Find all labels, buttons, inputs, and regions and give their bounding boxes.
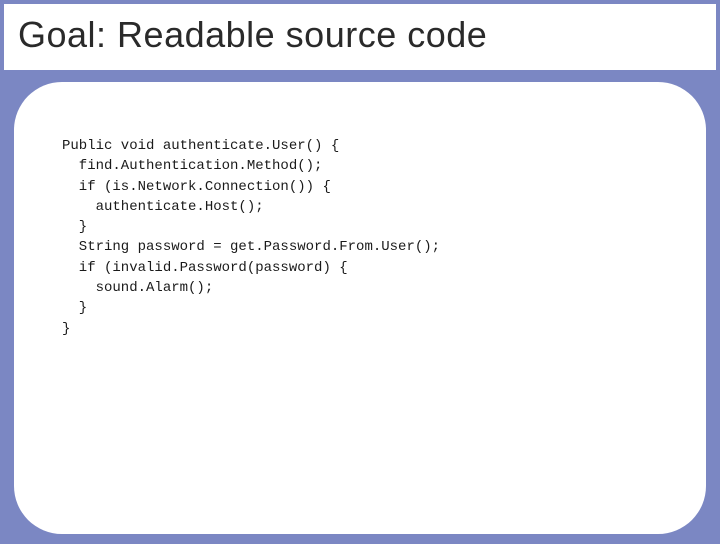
code-block: Public void authenticate.User() { find.A…	[62, 136, 666, 339]
content-card: Public void authenticate.User() { find.A…	[14, 82, 706, 534]
code-line: if (invalid.Password(password) {	[62, 260, 348, 276]
slide-title: Goal: Readable source code	[18, 14, 702, 56]
code-line: if (is.Network.Connection()) {	[62, 179, 331, 195]
title-band: Goal: Readable source code	[4, 4, 716, 74]
code-line: }	[62, 321, 70, 337]
code-line: Public void authenticate.User() {	[62, 138, 339, 154]
code-line: }	[62, 300, 87, 316]
code-line: authenticate.Host();	[62, 199, 264, 215]
code-line: String password = get.Password.From.User…	[62, 239, 440, 255]
code-line: }	[62, 219, 87, 235]
code-line: sound.Alarm();	[62, 280, 213, 296]
code-line: find.Authentication.Method();	[62, 158, 322, 174]
